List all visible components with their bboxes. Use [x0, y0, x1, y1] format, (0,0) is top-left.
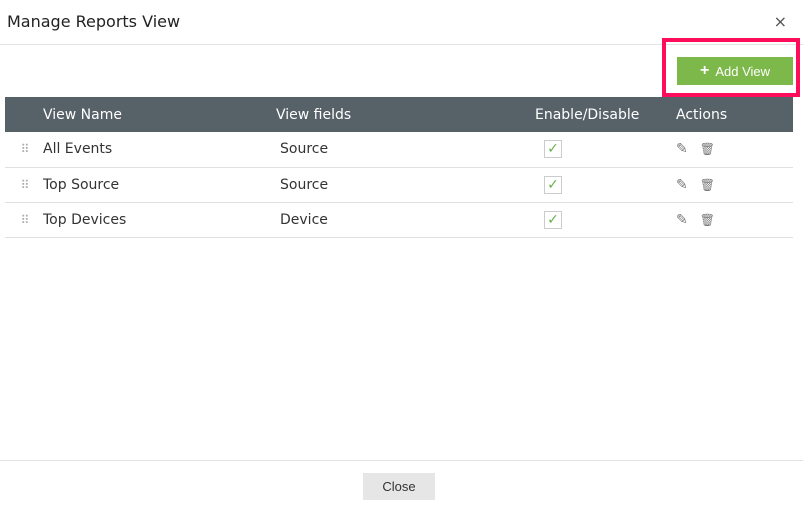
col-view-fields: View fields	[276, 97, 535, 132]
enable-checkbox[interactable]: ✓	[544, 175, 562, 194]
table-row: ⠿ Top Devices Device ✓ ✎ 🗑	[5, 202, 793, 238]
col-actions: Actions	[676, 97, 793, 132]
delete-icon[interactable]: 🗑	[700, 142, 715, 156]
delete-icon[interactable]: 🗑	[700, 213, 715, 227]
table-row: ⠿ All Events Source ✓ ✎ 🗑	[5, 132, 793, 168]
drag-handle-icon[interactable]: ⠿	[5, 132, 43, 168]
footer-divider	[0, 460, 803, 461]
enable-cell: ✓	[535, 202, 676, 238]
add-view-button[interactable]: + Add View	[677, 57, 793, 85]
actions-cell: ✎ 🗑	[676, 132, 793, 168]
col-view-name: View Name	[43, 97, 276, 132]
drag-handle-icon[interactable]: ⠿	[5, 167, 43, 203]
drag-col	[5, 97, 43, 132]
close-button[interactable]: Close	[363, 473, 435, 500]
add-view-label: Add View	[715, 63, 771, 79]
enable-checkbox[interactable]: ✓	[544, 140, 562, 159]
view-name: All Events	[43, 132, 276, 168]
drag-handle-icon[interactable]: ⠿	[5, 202, 43, 238]
edit-icon[interactable]: ✎	[676, 141, 688, 157]
close-icon[interactable]: ×	[774, 12, 787, 31]
enable-cell: ✓	[535, 132, 676, 168]
plus-icon: +	[699, 62, 710, 79]
view-field: Source	[276, 132, 535, 168]
col-enable: Enable/Disable	[535, 97, 676, 132]
edit-icon[interactable]: ✎	[676, 177, 688, 193]
table-row: ⠿ Top Source Source ✓ ✎ 🗑	[5, 167, 793, 203]
dialog-title: Manage Reports View	[7, 12, 181, 31]
view-field: Source	[276, 167, 535, 203]
actions-cell: ✎ 🗑	[676, 167, 793, 203]
edit-icon[interactable]: ✎	[676, 212, 688, 228]
view-name: Top Devices	[43, 202, 276, 238]
views-table: View Name View fields Enable/Disable Act…	[5, 97, 793, 238]
enable-cell: ✓	[535, 167, 676, 203]
view-name: Top Source	[43, 167, 276, 203]
delete-icon[interactable]: 🗑	[700, 178, 715, 192]
enable-checkbox[interactable]: ✓	[544, 210, 562, 229]
view-field: Device	[276, 202, 535, 238]
actions-cell: ✎ 🗑	[676, 202, 793, 238]
